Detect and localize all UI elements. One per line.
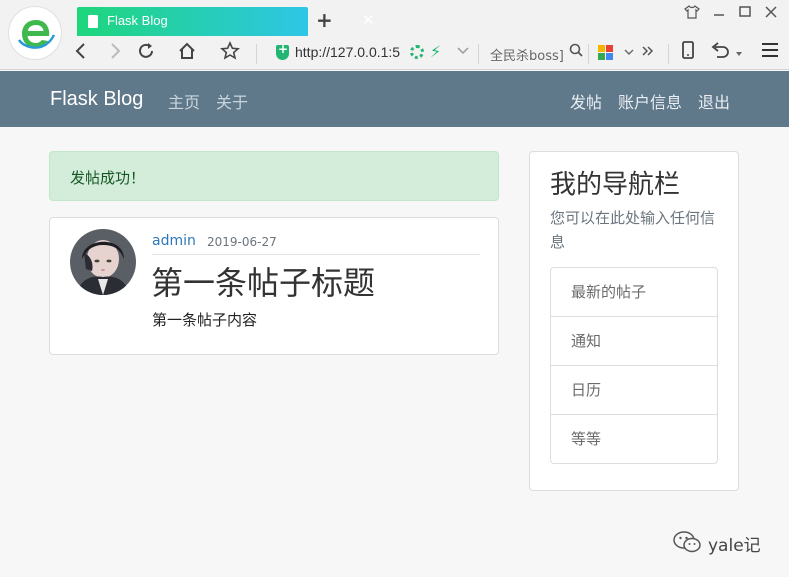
new-tab-button[interactable]: + <box>316 8 333 32</box>
alert-message: 发帖成功！ <box>70 169 146 187</box>
post-author[interactable]: admin <box>152 233 196 249</box>
spinner-icon <box>410 45 424 59</box>
post-divider <box>152 254 480 255</box>
browser-tab[interactable]: Flask Blog ✕ <box>77 7 375 36</box>
sidebar-item-calendar[interactable]: 日历 <box>551 366 717 415</box>
toolbar-divider <box>256 44 257 64</box>
phone-icon[interactable] <box>676 41 700 65</box>
menu-icon[interactable] <box>758 41 782 65</box>
back-icon[interactable] <box>69 41 93 65</box>
reload-icon[interactable] <box>134 41 158 65</box>
tab-title: Flask Blog <box>107 13 168 28</box>
wechat-icon <box>672 530 702 558</box>
more-icon[interactable] <box>636 41 660 65</box>
nav-link-home[interactable]: 主页 <box>168 89 200 113</box>
shield-icon <box>276 42 289 60</box>
sidebar-item-latest-posts[interactable]: 最新的帖子 <box>551 268 717 317</box>
sidebar-title: 我的导航栏 <box>550 170 681 200</box>
brand-link[interactable]: Flask Blog <box>50 88 143 111</box>
avatar[interactable] <box>70 229 136 295</box>
success-alert: 发帖成功！ <box>49 151 499 201</box>
minimize-icon[interactable] <box>712 5 726 23</box>
chevron-down-icon[interactable] <box>456 42 470 64</box>
search-icon[interactable] <box>569 43 583 61</box>
apps-icon[interactable] <box>598 45 614 61</box>
browser-chrome: Flask Blog ✕ + http://127.0.0.1:5 <box>0 0 789 70</box>
post-title[interactable]: 第一条帖子标题 <box>151 258 375 304</box>
window-close-icon[interactable] <box>764 5 778 23</box>
shirt-icon[interactable] <box>684 5 700 23</box>
nav-link-account[interactable]: 账户信息 <box>618 89 682 113</box>
bolt-icon[interactable]: ⚡ <box>430 42 441 61</box>
chevron-down-icon[interactable] <box>733 41 745 65</box>
watermark: yale记 <box>672 530 772 556</box>
undo-icon[interactable] <box>708 41 732 65</box>
forward-icon[interactable] <box>103 41 127 65</box>
close-icon[interactable]: ✕ <box>362 11 375 29</box>
toolbar-divider <box>588 44 589 64</box>
nav-link-new-post[interactable]: 发帖 <box>570 89 602 113</box>
toolbar-divider <box>668 44 669 64</box>
post-content: 第一条帖子内容 <box>152 311 258 329</box>
home-icon[interactable] <box>175 41 199 65</box>
site-navbar: Flask Blog 主页 关于 发帖 账户信息 退出 <box>0 71 789 127</box>
sidebar-list: 最新的帖子 通知 日历 等等 <box>550 267 718 464</box>
nav-link-about[interactable]: 关于 <box>216 89 248 113</box>
nav-link-logout[interactable]: 退出 <box>698 89 730 113</box>
toolbar: http://127.0.0.1:5 ⚡ 全民杀boss] <box>0 36 789 70</box>
sidebar-item-notifications[interactable]: 通知 <box>551 317 717 366</box>
sidebar-item-etc[interactable]: 等等 <box>551 415 717 463</box>
address-bar[interactable]: http://127.0.0.1:5 ⚡ <box>266 42 476 64</box>
sidebar-description: 您可以在此处输入任何信息 <box>550 209 716 251</box>
post-card: admin 2019-06-27 第一条帖子标题 第一条帖子内容 <box>49 217 499 355</box>
url-host: http://127.0.0.1:5 <box>295 44 401 60</box>
url-text[interactable]: http://127.0.0.1:5 <box>295 44 400 60</box>
watermark-text: yale记 <box>708 536 761 556</box>
toolbar-divider <box>478 44 479 64</box>
star-icon[interactable] <box>218 41 242 65</box>
post-date: 2019-06-27 <box>207 235 277 249</box>
page-icon <box>88 15 98 28</box>
sidebar: 我的导航栏 您可以在此处输入任何信息 最新的帖子 通知 日历 等等 <box>529 151 739 491</box>
maximize-icon[interactable] <box>738 5 752 23</box>
search-box[interactable]: 全民杀boss] <box>490 45 564 64</box>
